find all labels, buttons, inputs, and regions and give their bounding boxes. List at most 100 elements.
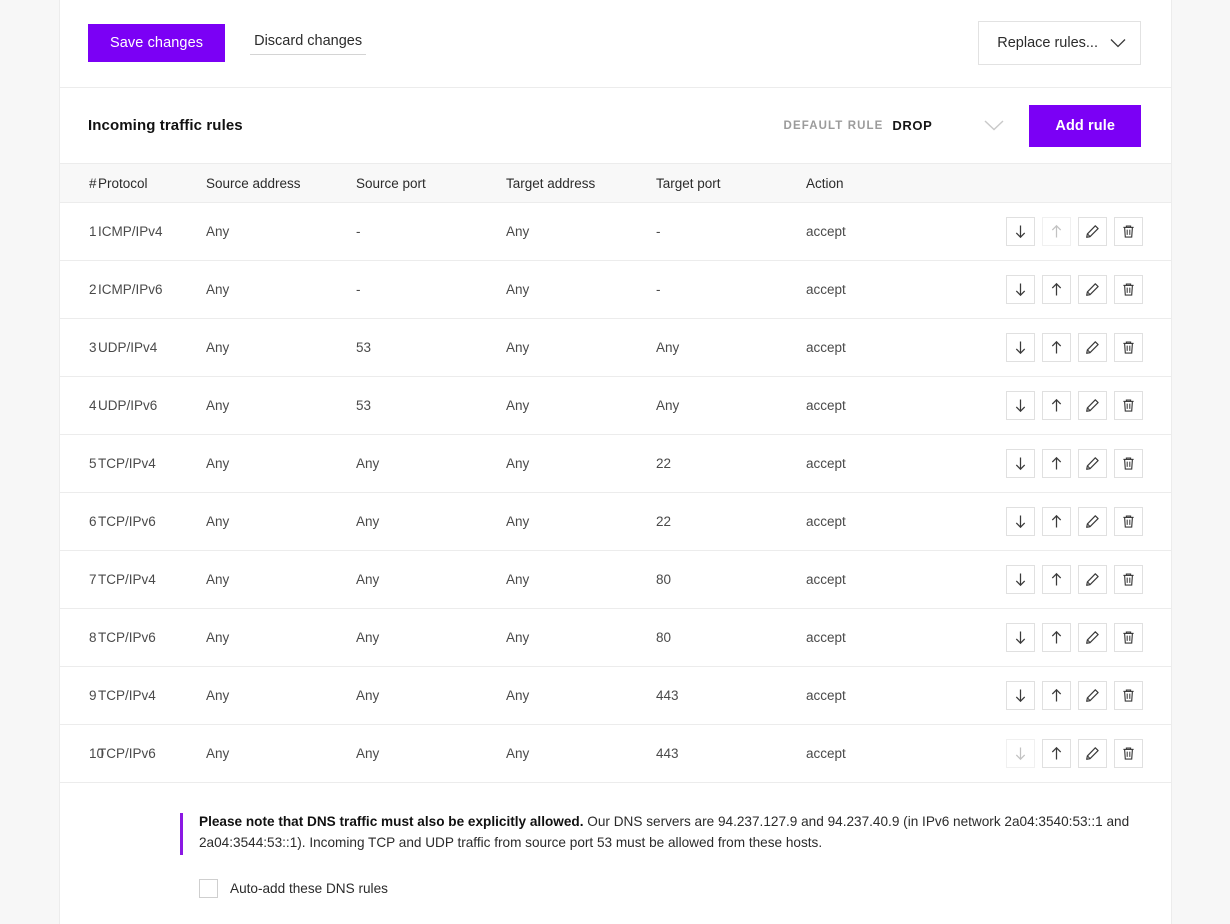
- move-rule-down-button[interactable]: [1006, 681, 1035, 710]
- rule-operations: [956, 449, 1171, 478]
- rule-source-address: Any: [206, 318, 356, 377]
- add-rule-button[interactable]: Add rule: [1029, 104, 1141, 147]
- move-rule-up-button[interactable]: [1042, 391, 1071, 420]
- column-header-target-address: Target address: [506, 163, 656, 203]
- arrow-up-icon: [1049, 456, 1064, 471]
- delete-rule-button[interactable]: [1114, 449, 1143, 478]
- rule-source-port: 53: [356, 376, 506, 435]
- pencil-icon: [1085, 398, 1100, 413]
- edit-rule-button[interactable]: [1078, 333, 1107, 362]
- chevron-down-icon: [1110, 38, 1126, 48]
- edit-rule-button[interactable]: [1078, 275, 1107, 304]
- arrow-up-icon: [1049, 224, 1064, 239]
- replace-rules-dropdown[interactable]: Replace rules...: [978, 21, 1141, 65]
- pencil-icon: [1085, 630, 1100, 645]
- arrow-up-icon: [1049, 572, 1064, 587]
- arrow-down-icon: [1013, 746, 1028, 761]
- edit-rule-button[interactable]: [1078, 681, 1107, 710]
- rule-operations: [956, 681, 1171, 710]
- arrow-down-icon: [1013, 572, 1028, 587]
- rule-source-port: Any: [356, 550, 506, 609]
- table-row: 5 TCP/IPv4 Any Any Any 22 accept: [60, 434, 1171, 493]
- delete-rule-button[interactable]: [1114, 739, 1143, 768]
- move-rule-down-button: [1006, 739, 1035, 768]
- rule-operations-cell: [956, 434, 1171, 493]
- rule-number: 10: [60, 724, 104, 783]
- rule-target-address: Any: [506, 260, 656, 319]
- rule-protocol: ICMP/IPv4: [98, 202, 206, 261]
- auto-add-dns-row[interactable]: Auto-add these DNS rules: [199, 879, 1141, 898]
- rule-protocol: TCP/IPv6: [98, 724, 206, 783]
- move-rule-down-button[interactable]: [1006, 333, 1035, 362]
- default-rule-label: DEFAULT RULE: [783, 119, 884, 132]
- column-header-protocol: Protocol: [98, 163, 206, 203]
- trash-icon: [1121, 630, 1136, 645]
- edit-rule-button[interactable]: [1078, 391, 1107, 420]
- move-rule-up-button[interactable]: [1042, 623, 1071, 652]
- move-rule-up-button[interactable]: [1042, 739, 1071, 768]
- discard-changes-button[interactable]: Discard changes: [250, 31, 367, 55]
- delete-rule-button[interactable]: [1114, 623, 1143, 652]
- rule-target-port: -: [656, 202, 806, 261]
- table-row: 9 TCP/IPv4 Any Any Any 443 accept: [60, 666, 1171, 725]
- move-rule-up-button[interactable]: [1042, 449, 1071, 478]
- rule-target-port: 80: [656, 550, 806, 609]
- move-rule-down-button[interactable]: [1006, 507, 1035, 536]
- rule-action: accept: [806, 260, 956, 319]
- move-rule-up-button[interactable]: [1042, 507, 1071, 536]
- move-rule-up-button[interactable]: [1042, 275, 1071, 304]
- move-rule-down-button[interactable]: [1006, 449, 1035, 478]
- table-row: 2 ICMP/IPv6 Any - Any - accept: [60, 260, 1171, 319]
- rule-operations-cell: [956, 550, 1171, 609]
- rule-target-port: 443: [656, 666, 806, 725]
- auto-add-dns-checkbox[interactable]: [199, 879, 218, 898]
- move-rule-up-button[interactable]: [1042, 565, 1071, 594]
- column-header-source-address: Source address: [206, 163, 356, 203]
- edit-rule-button[interactable]: [1078, 623, 1107, 652]
- move-rule-down-button[interactable]: [1006, 391, 1035, 420]
- edit-rule-button[interactable]: [1078, 449, 1107, 478]
- edit-rule-button[interactable]: [1078, 739, 1107, 768]
- edit-rule-button[interactable]: [1078, 507, 1107, 536]
- column-header-number: #: [60, 163, 98, 203]
- rule-operations-cell: [956, 666, 1171, 725]
- move-rule-down-button[interactable]: [1006, 217, 1035, 246]
- rule-number: 7: [60, 550, 98, 609]
- rule-target-address: Any: [506, 608, 656, 667]
- default-rule-control[interactable]: DEFAULT RULE DROP: [784, 116, 1010, 136]
- delete-rule-button[interactable]: [1114, 333, 1143, 362]
- rule-number: 5: [60, 434, 98, 493]
- pencil-icon: [1085, 282, 1100, 297]
- rules-table-body: 1 ICMP/IPv4 Any - Any - accept 2 ICMP/IPv6 Any - An…: [60, 202, 1171, 783]
- delete-rule-button[interactable]: [1114, 507, 1143, 536]
- delete-rule-button[interactable]: [1114, 681, 1143, 710]
- chevron-down-icon[interactable]: [979, 116, 1009, 136]
- delete-rule-button[interactable]: [1114, 391, 1143, 420]
- move-rule-up-button[interactable]: [1042, 333, 1071, 362]
- rule-target-address: Any: [506, 318, 656, 377]
- rule-source-address: Any: [206, 434, 356, 493]
- save-changes-button[interactable]: Save changes: [88, 24, 226, 62]
- delete-rule-button[interactable]: [1114, 275, 1143, 304]
- move-rule-up-button[interactable]: [1042, 681, 1071, 710]
- move-rule-down-button[interactable]: [1006, 275, 1035, 304]
- edit-rule-button[interactable]: [1078, 565, 1107, 594]
- rule-action: accept: [806, 550, 956, 609]
- arrow-up-icon: [1049, 746, 1064, 761]
- rule-target-port: Any: [656, 318, 806, 377]
- edit-rule-button[interactable]: [1078, 217, 1107, 246]
- rule-protocol: UDP/IPv4: [98, 318, 206, 377]
- delete-rule-button[interactable]: [1114, 217, 1143, 246]
- move-rule-down-button[interactable]: [1006, 623, 1035, 652]
- move-rule-down-button[interactable]: [1006, 565, 1035, 594]
- rule-operations: [956, 391, 1171, 420]
- table-row: 4 UDP/IPv6 Any 53 Any Any accept: [60, 376, 1171, 435]
- auto-add-dns-label[interactable]: Auto-add these DNS rules: [230, 881, 388, 896]
- rule-protocol: TCP/IPv4: [98, 550, 206, 609]
- rule-action: accept: [806, 434, 956, 493]
- rule-source-address: Any: [206, 724, 356, 783]
- delete-rule-button[interactable]: [1114, 565, 1143, 594]
- dns-note-text: Please note that DNS traffic must also b…: [199, 811, 1139, 855]
- rule-operations-cell: [956, 260, 1171, 319]
- rule-number: 8: [60, 608, 98, 667]
